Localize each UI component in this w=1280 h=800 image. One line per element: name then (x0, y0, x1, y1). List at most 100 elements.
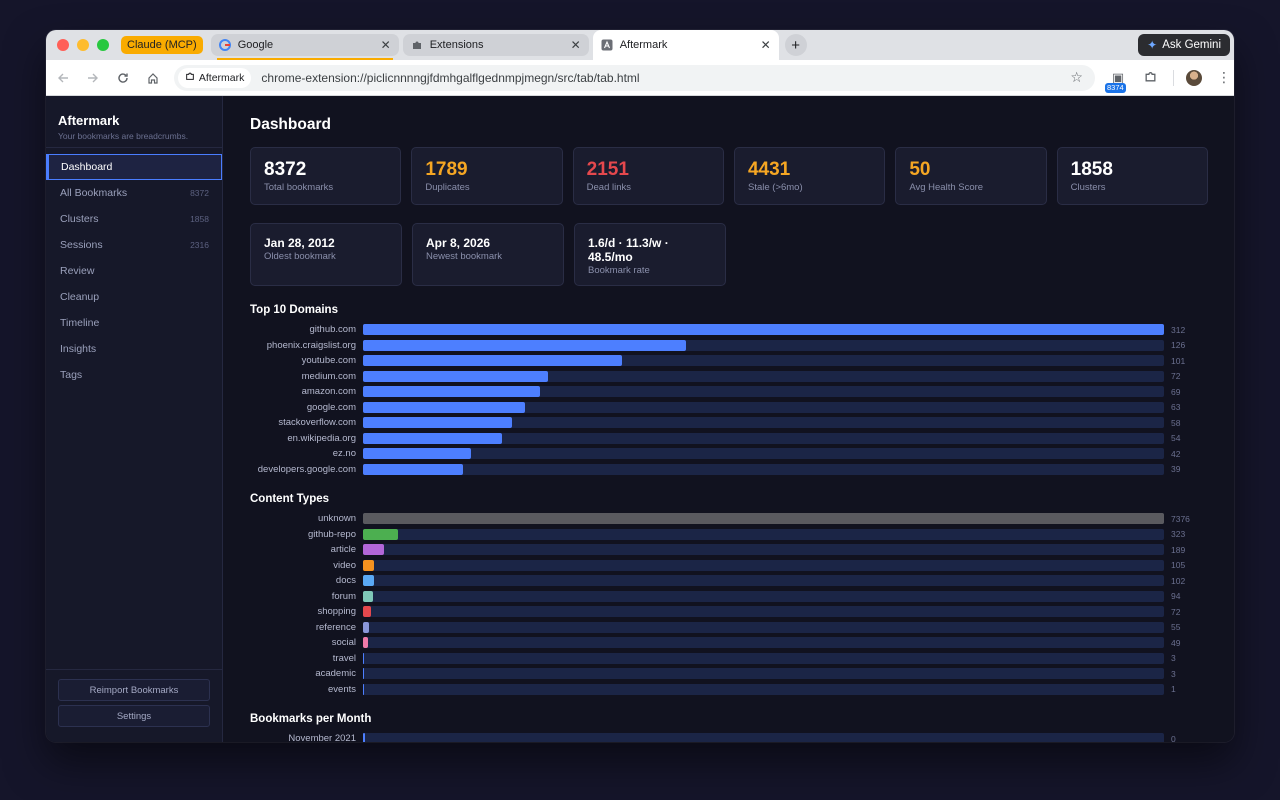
bar-value-label: 42 (1171, 448, 1181, 459)
sidebar-nav: Dashboard All Bookmarks 8372 Clusters 1858 Se… (46, 148, 222, 388)
stat-value: 4431 (747, 159, 791, 180)
ask-gemini-button[interactable]: ✦ Ask Gemini (1138, 34, 1230, 56)
sidebar-item-all-bookmarks[interactable]: All Bookmarks 8372 (46, 180, 222, 206)
stat-label: Avg Health Score (909, 182, 984, 193)
sidebar-item-clusters[interactable]: Clusters 1858 (46, 206, 222, 232)
tab-group-chip[interactable]: Claude (MCP) (121, 36, 203, 54)
bar-value-label: 7376 (1171, 513, 1190, 524)
date-cards: Jan 28, 2012 Oldest bookmark Apr 8, 2026 Ne… (250, 223, 1208, 286)
bar-track (363, 355, 1164, 367)
bar-category-label: github-repo (307, 528, 356, 540)
bar-value-label: 126 (1171, 340, 1186, 351)
close-window-button[interactable] (57, 39, 69, 51)
extensions-puzzle-icon[interactable] (1141, 70, 1161, 86)
close-tab-icon[interactable]: ✕ (761, 38, 771, 52)
bar-value-label: 94 (1171, 591, 1181, 602)
minimize-window-button[interactable] (77, 39, 89, 51)
month-bar-track (363, 733, 1164, 742)
bar-row: video 105 (250, 558, 1208, 574)
bar (363, 637, 369, 649)
bar-category-label: academic (315, 668, 356, 680)
bar (363, 355, 623, 367)
stat-card: 50 Avg Health Score (895, 147, 1047, 205)
aftermark-extension-button[interactable]: ▣ 8374 (1104, 67, 1129, 93)
date-label: Bookmark rate (588, 265, 650, 276)
bar-row: developers.google.com 39 (250, 462, 1208, 478)
bar-category-label: github.com (309, 324, 356, 336)
bar-row: github-repo 323 (250, 527, 1208, 543)
address-bar[interactable]: Aftermark chrome-extension://piclicnnnng… (173, 64, 1095, 91)
bar-category-label: article (330, 544, 356, 556)
bar-category-label: youtube.com (301, 355, 356, 367)
close-tab-icon[interactable]: ✕ (381, 38, 391, 52)
stat-label: Dead links (586, 182, 632, 193)
tab-aftermark[interactable]: Aftermark ✕ (592, 30, 779, 60)
window-controls (57, 39, 109, 51)
bar (363, 370, 548, 382)
tab-title: Extensions (429, 39, 484, 51)
sidebar: Aftermark Your bookmarks are breadcrumbs… (46, 96, 223, 742)
forward-arrow-icon[interactable] (80, 65, 106, 91)
date-label: Oldest bookmark (264, 251, 336, 262)
sidebar-item-cleanup[interactable]: Cleanup (46, 284, 222, 310)
bar-value-label: 323 (1171, 529, 1186, 540)
bar-category-label: social (331, 637, 356, 649)
bar (363, 528, 399, 540)
puzzle-icon (411, 39, 424, 52)
toolbar-divider (1172, 69, 1174, 86)
content-types-chart: Content Types unknown 7376 github-repo 323 a… (250, 493, 1208, 697)
month-bar-row: November 2021 0 (250, 731, 1208, 742)
bar-track (363, 668, 1164, 680)
bookmark-star-icon[interactable]: ☆ (1070, 69, 1083, 86)
bar-track (363, 683, 1164, 695)
bar-track (363, 401, 1164, 413)
bar-row: github.com 312 (250, 322, 1208, 338)
app-title: Aftermark (58, 113, 120, 128)
back-arrow-icon[interactable] (50, 65, 76, 91)
settings-button[interactable]: Settings (58, 705, 210, 727)
bar-track (363, 621, 1164, 633)
tab-title: Google (237, 39, 274, 51)
bar-category-label: developers.google.com (257, 463, 356, 475)
stat-card: 2151 Dead links (572, 147, 724, 205)
bar-track (363, 513, 1164, 525)
tab-google[interactable]: Google ✕ (210, 34, 399, 60)
reload-icon[interactable] (110, 65, 136, 91)
bar-track (363, 417, 1164, 429)
sidebar-item-label: Dashboard (61, 161, 113, 173)
extension-badge-count: 8374 (1104, 82, 1126, 93)
home-icon[interactable] (140, 65, 166, 91)
more-menu-icon[interactable]: ⋮ (1214, 69, 1234, 86)
profile-avatar[interactable] (1185, 69, 1202, 86)
sidebar-item-review[interactable]: Review (46, 258, 222, 284)
bar-row: stackoverflow.com 58 (250, 415, 1208, 431)
sidebar-item-timeline[interactable]: Timeline (46, 310, 222, 336)
bar-value-label: 39 (1171, 464, 1181, 475)
bar (363, 463, 464, 475)
bar-category-label: amazon.com (301, 386, 356, 398)
bar-category-label: unknown (317, 513, 356, 525)
stat-card: 1858 Clusters (1056, 147, 1208, 205)
new-tab-button[interactable]: + (784, 34, 807, 56)
bar-value-label: 72 (1171, 606, 1181, 617)
bar-track (363, 590, 1164, 602)
bar (363, 401, 525, 413)
sidebar-item-sessions[interactable]: Sessions 2316 (46, 232, 222, 258)
maximize-window-button[interactable] (97, 39, 109, 51)
url-text[interactable]: chrome-extension://piclicnnnngjfdmhgalfl… (261, 71, 639, 85)
close-tab-icon[interactable]: ✕ (571, 38, 581, 52)
reimport-bookmarks-button[interactable]: Reimport Bookmarks (58, 679, 210, 701)
bar-category-label: events (328, 683, 356, 695)
sidebar-item-tags[interactable]: Tags (46, 362, 222, 388)
bar-category-label: en.wikipedia.org (287, 432, 356, 444)
site-info-chip[interactable]: Aftermark (177, 67, 252, 88)
sidebar-item-insights[interactable]: Insights (46, 336, 222, 362)
bar-track (363, 575, 1164, 587)
bar-row: phoenix.craigslist.org 126 (250, 338, 1208, 354)
bar-value-label: 58 (1171, 417, 1181, 428)
content-types-title: Content Types (250, 493, 330, 505)
sidebar-item-dashboard[interactable]: Dashboard (46, 154, 222, 180)
stat-card: 8372 Total bookmarks (250, 147, 402, 205)
tab-extensions[interactable]: Extensions ✕ (402, 34, 589, 56)
bar-category-label: medium.com (301, 370, 356, 382)
